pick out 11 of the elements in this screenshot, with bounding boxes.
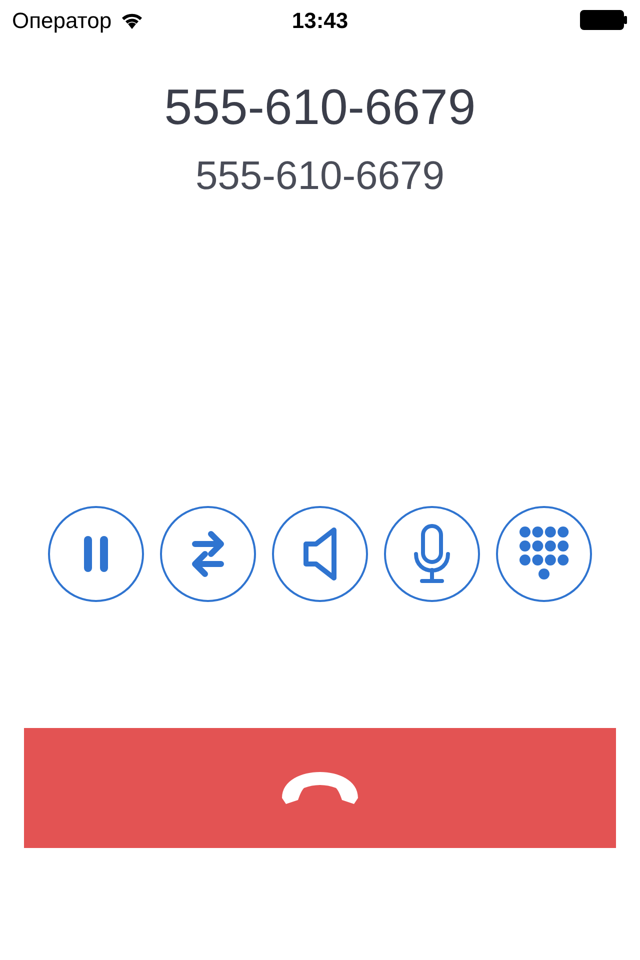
microphone-icon: [412, 524, 452, 584]
speaker-icon: [302, 526, 338, 582]
caller-number: 555-610-6679: [195, 156, 445, 196]
carrier-name: Оператор: [12, 6, 112, 35]
wifi-icon: [120, 11, 144, 29]
caller-name: 555-610-6679: [164, 82, 476, 132]
phone-handset-icon: [280, 770, 360, 806]
battery-icon: [580, 10, 628, 30]
clock-time: 13:43: [292, 6, 348, 34]
pause-icon: [81, 536, 111, 572]
keypad-icon: [519, 526, 569, 582]
